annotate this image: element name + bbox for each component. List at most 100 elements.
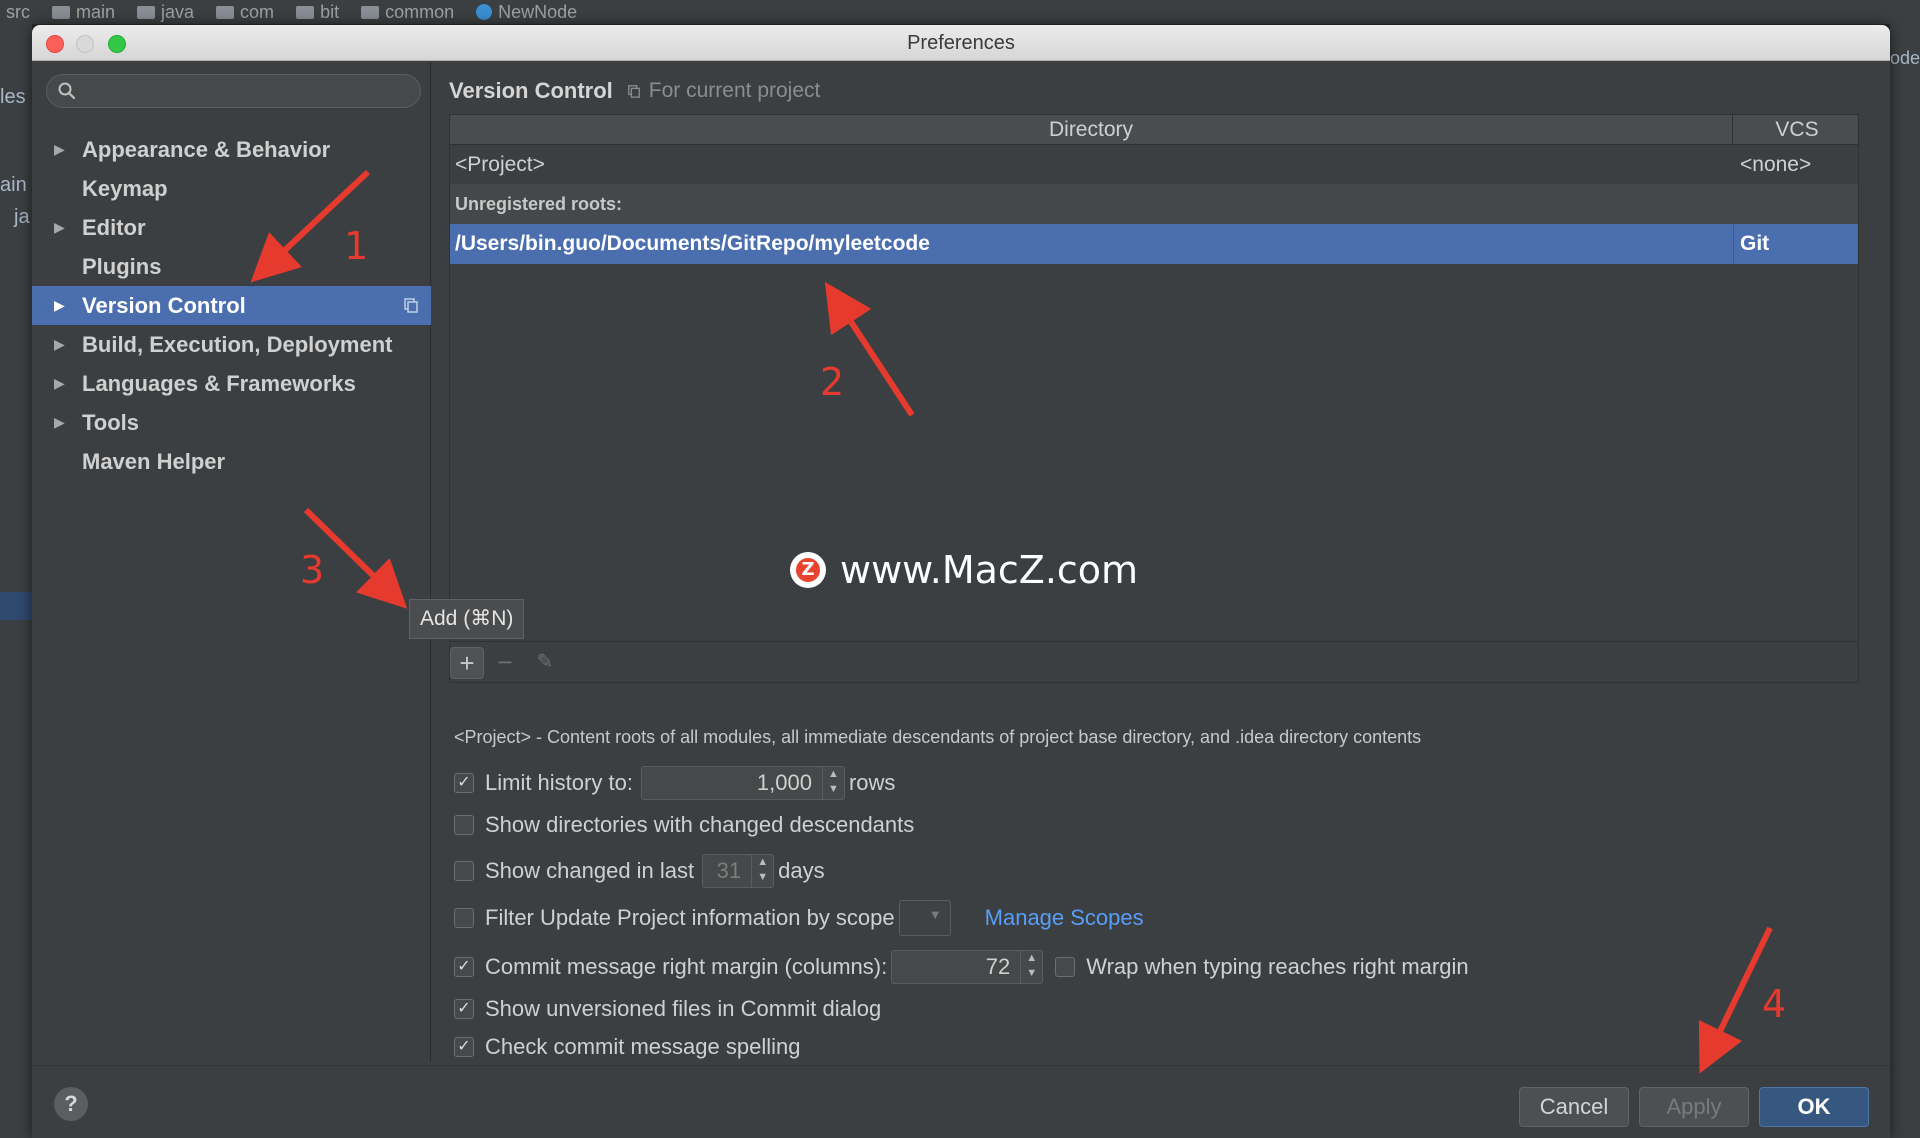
show-dirs-changed-checkbox[interactable] [454, 815, 474, 835]
chevron-down-icon: ▼ [928, 907, 942, 922]
breadcrumb-label: java [161, 1, 195, 22]
spinner-arrows-icon[interactable]: ▲ ▼ [751, 855, 773, 887]
check-spelling-option: ✓ Check commit message spelling [454, 1034, 800, 1060]
sidebar-item-languages-frameworks[interactable]: ▶ Languages & Frameworks [32, 364, 431, 403]
filter-update-option: Filter Update Project information by sco… [454, 900, 1144, 936]
breadcrumb-item[interactable]: main [52, 2, 115, 23]
scope-label: For current project [627, 79, 820, 103]
spinner-value[interactable]: 31 [703, 858, 751, 884]
table-row[interactable]: <Project> <none> [450, 146, 1858, 184]
zoom-window-button[interactable] [108, 35, 126, 53]
spinner-value[interactable]: 72 [892, 954, 1020, 980]
sidebar-item-label: Keymap [82, 176, 168, 201]
minimize-window-button[interactable] [76, 35, 94, 53]
breadcrumb-label: NewNode [498, 1, 578, 22]
vcs-cell: Git [1740, 232, 1770, 255]
content-header: Version Control For current project [449, 78, 820, 104]
project-tree-selection [0, 592, 32, 620]
breadcrumb-item[interactable]: common [361, 2, 454, 23]
option-label: Check commit message spelling [485, 1034, 801, 1059]
commit-margin-option: ✓ Commit message right margin (columns):… [454, 950, 1469, 984]
limit-history-checkbox[interactable]: ✓ [454, 773, 474, 793]
search-icon [58, 82, 76, 100]
expand-arrow-icon[interactable]: ▶ [54, 364, 65, 403]
table-row-selected[interactable]: /Users/bin.guo/Documents/GitRepo/myleetc… [450, 224, 1858, 264]
breadcrumb-item[interactable]: bit [296, 2, 339, 23]
breadcrumb-label: common [385, 1, 455, 22]
scope-combobox[interactable]: ▼ [898, 900, 951, 936]
cancel-button[interactable]: Cancel [1519, 1087, 1629, 1127]
edit-root-button[interactable]: ✎ [528, 647, 562, 679]
column-divider [1733, 224, 1734, 264]
apply-button[interactable]: Apply [1639, 1087, 1749, 1127]
column-header-directory[interactable]: Directory [450, 115, 1733, 145]
changed-days-spinner[interactable]: 31 ▲ ▼ [702, 854, 775, 888]
breadcrumb-item[interactable]: src [6, 2, 30, 23]
add-root-button[interactable]: + [450, 647, 484, 679]
annotation-number-2: 2 [820, 360, 845, 404]
breadcrumb-item[interactable]: java [137, 2, 194, 23]
sidebar-item-plugins[interactable]: Plugins [32, 247, 431, 286]
watermark-text: www.MacZ.com [840, 548, 1139, 592]
folder-icon [296, 5, 315, 19]
spinner-arrows-icon[interactable]: ▲ ▼ [1020, 951, 1042, 983]
breadcrumb-label: bit [320, 1, 340, 22]
breadcrumb-item[interactable]: com [216, 2, 274, 23]
check-spelling-checkbox[interactable]: ✓ [454, 1037, 474, 1057]
option-label: Show unversioned files in Commit dialog [485, 996, 882, 1021]
show-changed-last-option: Show changed in last 31 ▲ ▼ days [454, 854, 825, 888]
sidebar-item-keymap[interactable]: Keymap [32, 169, 431, 208]
dialog-footer: ? Cancel Apply OK [32, 1065, 1890, 1138]
option-label: Show changed in last [485, 858, 695, 883]
spinner-value[interactable]: 1,000 [642, 770, 822, 796]
commit-margin-checkbox[interactable]: ✓ [454, 957, 474, 977]
background-right-panel: ode [1890, 24, 1920, 1138]
show-unversioned-checkbox[interactable]: ✓ [454, 999, 474, 1019]
breadcrumb-label: com [240, 1, 275, 22]
vcs-cell: <none> [1740, 153, 1812, 176]
folder-icon [361, 5, 380, 19]
group-label: Unregistered roots: [455, 194, 623, 214]
annotation-number-3: 3 [300, 548, 325, 592]
expand-arrow-icon[interactable]: ▶ [54, 286, 65, 325]
sidebar-item-editor[interactable]: ▶ Editor [32, 208, 431, 247]
sidebar-item-label: Languages & Frameworks [82, 371, 356, 396]
project-tree-fragment: ain [0, 174, 27, 196]
project-roots-hint: <Project> - Content roots of all modules… [454, 727, 1422, 747]
logo-letter: Z [796, 558, 820, 582]
expand-arrow-icon[interactable]: ▶ [54, 208, 65, 247]
sidebar-item-label: Build, Execution, Deployment [82, 332, 393, 357]
sidebar-item-build-execution-deployment[interactable]: ▶ Build, Execution, Deployment [32, 325, 431, 364]
filter-update-checkbox[interactable] [454, 908, 474, 928]
limit-history-spinner[interactable]: 1,000 ▲ ▼ [640, 766, 845, 800]
remove-root-button[interactable]: − [488, 647, 522, 679]
close-window-button[interactable] [46, 35, 64, 53]
wrap-typing-checkbox[interactable] [1055, 957, 1076, 977]
spinner-arrows-icon[interactable]: ▲ ▼ [821, 767, 844, 799]
sidebar-item-appearance-behavior[interactable]: ▶ Appearance & Behavior [32, 130, 431, 169]
help-button[interactable]: ? [54, 1087, 88, 1121]
limit-history-option: ✓ Limit history to: 1,000 ▲ ▼ rows [454, 766, 895, 800]
show-dirs-changed-option: Show directories with changed descendant… [454, 812, 914, 838]
expand-arrow-icon[interactable]: ▶ [54, 325, 65, 364]
column-header-vcs[interactable]: VCS [1734, 115, 1860, 145]
background-project-panel: les ain ja [0, 24, 32, 1138]
class-icon [476, 4, 493, 20]
breadcrumb-item[interactable]: NewNode [476, 2, 577, 23]
sidebar-item-version-control[interactable]: ▶ Version Control [32, 286, 431, 325]
sidebar-item-tools[interactable]: ▶ Tools [32, 403, 431, 442]
sidebar-item-label: Plugins [82, 254, 162, 279]
ok-button[interactable]: OK [1759, 1087, 1869, 1127]
manage-scopes-link[interactable]: Manage Scopes [985, 905, 1144, 931]
show-changed-last-checkbox[interactable] [454, 861, 474, 881]
expand-arrow-icon[interactable]: ▶ [54, 130, 65, 169]
project-tree-fragment: ja [14, 206, 30, 228]
sidebar-item-maven-helper[interactable]: Maven Helper [32, 442, 431, 481]
table-header: Directory VCS [450, 115, 1858, 145]
option-label: Wrap when typing reaches right margin [1086, 954, 1469, 979]
page-title: Version Control [449, 78, 613, 103]
expand-arrow-icon[interactable]: ▶ [54, 403, 65, 442]
sidebar-item-label: Editor [82, 215, 146, 240]
commit-margin-spinner[interactable]: 72 ▲ ▼ [891, 950, 1044, 984]
settings-search-input[interactable] [46, 74, 421, 108]
